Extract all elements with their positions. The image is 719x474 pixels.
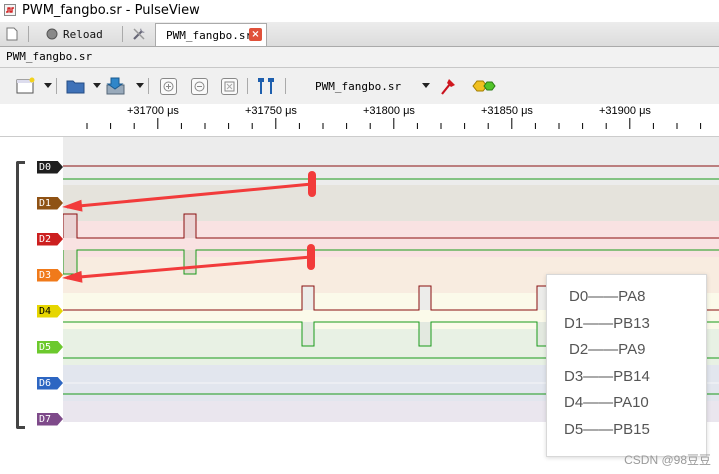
settings-button[interactable] xyxy=(131,24,147,44)
save-export-icon xyxy=(106,77,125,95)
pin-map-item: D1——PB13 xyxy=(564,314,650,332)
new-session-button[interactable] xyxy=(6,24,18,44)
folder-open-icon xyxy=(66,80,85,94)
decoder-button[interactable] xyxy=(472,75,496,97)
chevron-down-icon[interactable] xyxy=(44,83,52,88)
new-view-icon xyxy=(16,77,35,94)
divider xyxy=(56,78,57,94)
channel-label-d0[interactable]: D0 xyxy=(37,160,63,174)
zoom-fit-button[interactable] xyxy=(217,75,241,97)
chevron-down-icon xyxy=(422,83,430,88)
reload-label: Reload xyxy=(63,27,103,41)
device-select[interactable]: PWM_fangbo.sr xyxy=(300,77,435,95)
pin-mapping-note: D0——PA8 D1——PB13 D2——PA9 D3——PB14 D4——PA10 D5… xyxy=(546,274,707,457)
channel-row-d2 xyxy=(63,221,719,257)
channel-label-d3[interactable]: D3 xyxy=(37,268,63,282)
channel-label-d6[interactable]: D6 xyxy=(37,376,63,390)
tab-pwm-fangbo[interactable]: PWM_fangbo.sr × xyxy=(155,23,267,46)
tools-icon xyxy=(133,28,145,40)
window-titlebar: PWM_fangbo.sr - PulseView xyxy=(0,0,719,23)
divider xyxy=(285,78,286,94)
channel-label-d5[interactable]: D5 xyxy=(37,340,63,354)
channel-label-d1[interactable]: D1 xyxy=(37,196,63,210)
channel-row-d1 xyxy=(63,185,719,221)
pin-map-item: D0——PA8 xyxy=(569,288,646,305)
zoom-in-icon xyxy=(159,77,177,95)
open-button[interactable] xyxy=(64,75,88,97)
new-document-icon xyxy=(6,27,18,41)
divider xyxy=(28,26,29,42)
main-toolbar: PWM_fangbo.sr xyxy=(0,68,719,105)
configure-device-button[interactable] xyxy=(436,75,460,97)
trace-top-band xyxy=(63,137,719,149)
pin-map-item: D4——PA10 xyxy=(564,394,649,411)
save-button[interactable] xyxy=(104,75,128,97)
watermark: CSDN @98豆豆 xyxy=(624,453,711,467)
reload-icon xyxy=(46,28,58,40)
close-tab-icon[interactable]: × xyxy=(249,28,262,41)
document-label: PWM_fangbo.sr xyxy=(6,50,93,63)
channel-label-d2[interactable]: D2 xyxy=(37,232,63,246)
zoom-out-icon xyxy=(190,77,208,95)
new-view-button[interactable] xyxy=(14,75,38,97)
decoder-icon xyxy=(472,80,496,92)
device-select-value: PWM_fangbo.sr xyxy=(315,79,402,93)
channel-group-bracket[interactable] xyxy=(16,161,25,429)
zoom-fit-icon xyxy=(220,77,238,95)
zoom-out-button[interactable] xyxy=(187,75,211,97)
window-title: PWM_fangbo.sr - PulseView xyxy=(22,3,200,18)
pin-map-item: D2——PA9 xyxy=(569,341,646,358)
channel-label-d4[interactable]: D4 xyxy=(37,304,63,318)
channel-label-d7[interactable]: D7 xyxy=(37,412,63,426)
divider xyxy=(148,78,149,94)
channel-header-column: D0 D1 D2 D3 D4 D5 D6 D7 xyxy=(0,137,63,474)
channel-row-d0 xyxy=(63,149,719,185)
zoom-in-button[interactable] xyxy=(156,75,180,97)
tab-bar: Reload PWM_fangbo.sr × xyxy=(0,22,719,47)
divider xyxy=(122,26,123,42)
pulseview-logo-icon xyxy=(4,4,16,16)
divider xyxy=(247,78,248,94)
probe-icon xyxy=(441,79,455,95)
reload-button[interactable]: Reload xyxy=(46,24,103,44)
time-ruler[interactable]: +31700 μs +31750 μs +31800 μs +31850 μs +319… xyxy=(0,104,719,137)
ruler-ticks xyxy=(86,118,702,129)
cursors-icon xyxy=(258,78,274,94)
chevron-down-icon[interactable] xyxy=(93,83,101,88)
show-cursors-button[interactable] xyxy=(254,75,278,97)
pin-map-item: D5——PB15 xyxy=(564,420,650,438)
document-header: PWM_fangbo.sr xyxy=(0,47,719,68)
tab-label: PWM_fangbo.sr xyxy=(166,28,253,42)
chevron-down-icon[interactable] xyxy=(136,83,144,88)
pin-map-item: D3——PB14 xyxy=(564,367,650,385)
